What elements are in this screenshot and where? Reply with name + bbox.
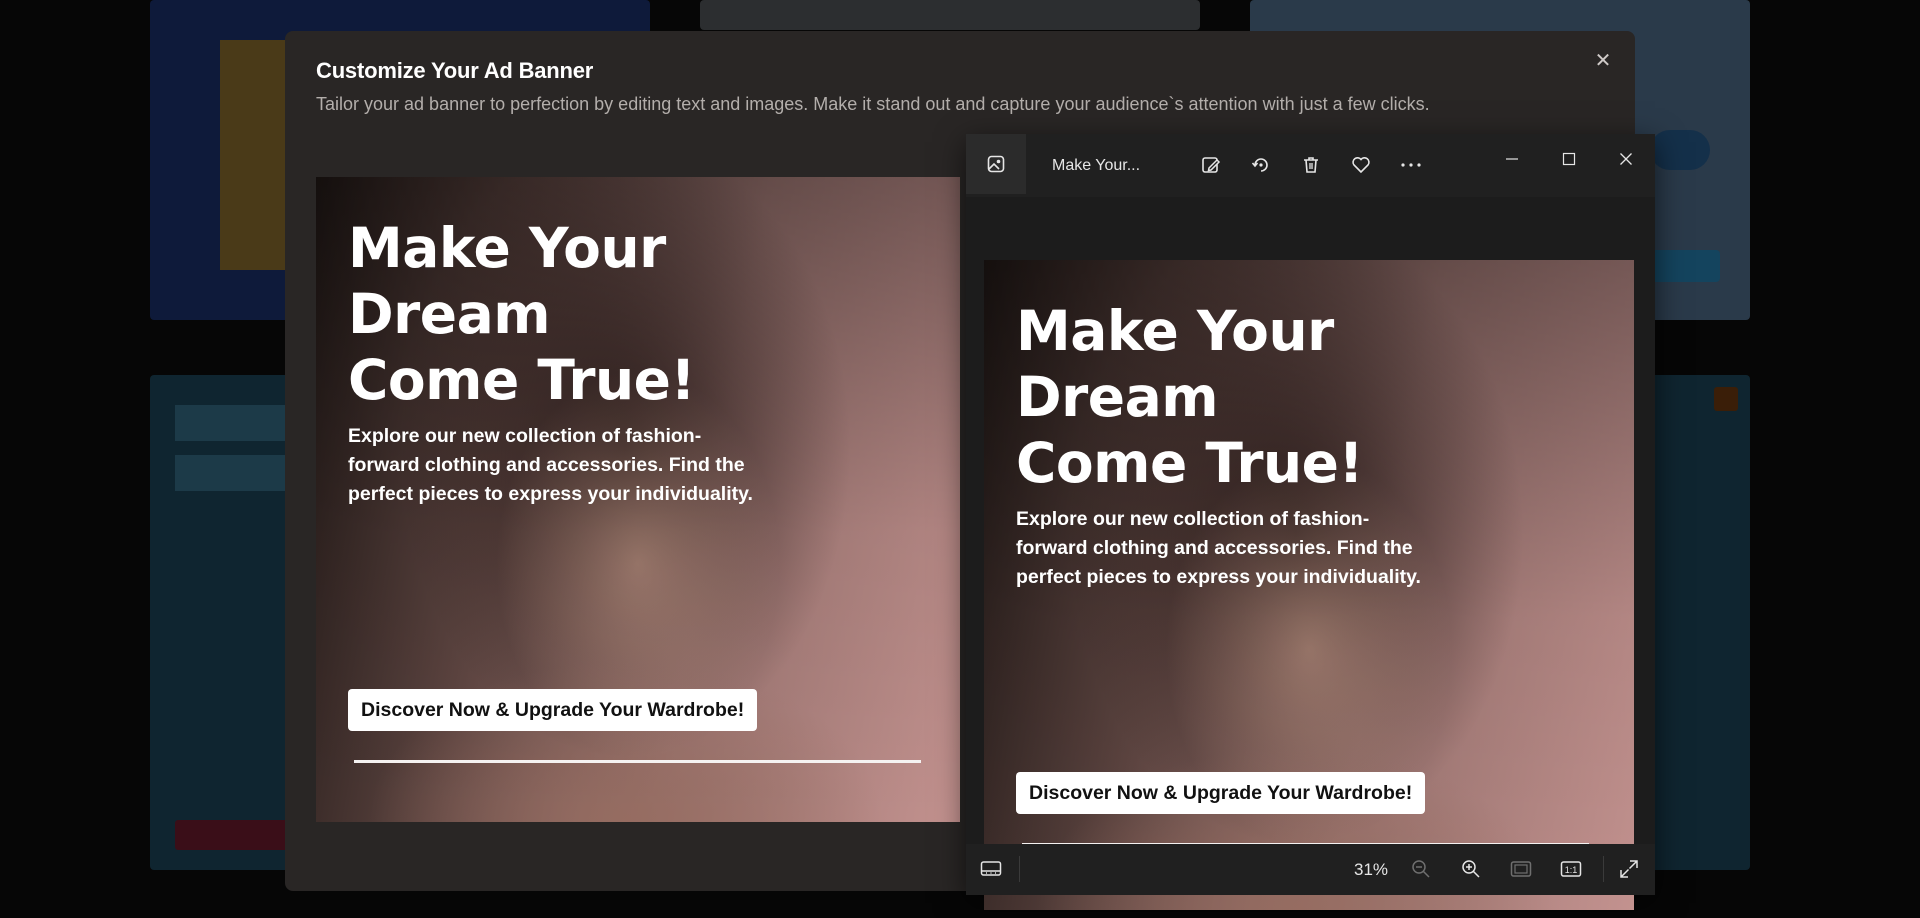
headline-line: Come True! bbox=[1016, 431, 1364, 495]
banner-body-text: Explore our new collection of fashion-fo… bbox=[1016, 508, 1421, 588]
zoom-level: 31% bbox=[1354, 860, 1389, 879]
viewer-banner-image: Make Your Dream Come True! Explore our n… bbox=[984, 260, 1634, 910]
banner-cta-label: Discover Now & Upgrade Your Wardrobe! bbox=[1016, 772, 1426, 814]
viewer-statusbar: 31% 1:1 bbox=[966, 844, 1655, 895]
dialog-subtitle: Tailor your ad banner to perfection by e… bbox=[316, 94, 1430, 114]
app-icon bbox=[966, 134, 1026, 194]
headline-line: Make Your bbox=[348, 216, 666, 280]
banner-cta-button[interactable]: Discover Now & Upgrade Your Wardrobe! bbox=[348, 689, 758, 731]
banner-preview[interactable]: Make Your Dream Come True! Explore our n… bbox=[316, 177, 960, 822]
fullscreen-icon[interactable] bbox=[1614, 854, 1644, 884]
rotate-icon[interactable] bbox=[1247, 151, 1275, 179]
banner-headline: Make Your Dream Come True! bbox=[1016, 298, 1364, 496]
background-card bbox=[700, 0, 1200, 30]
viewer-image-canvas[interactable]: Make Your Dream Come True! Explore our n… bbox=[966, 197, 1655, 910]
maximize-icon[interactable] bbox=[1549, 144, 1589, 174]
zoom-out-icon[interactable] bbox=[1406, 854, 1436, 884]
more-icon[interactable] bbox=[1397, 151, 1425, 179]
svg-text:1:1: 1:1 bbox=[1565, 865, 1578, 875]
edit-image-icon[interactable] bbox=[1197, 151, 1225, 179]
favorite-icon[interactable] bbox=[1347, 151, 1375, 179]
minimize-icon[interactable] bbox=[1492, 144, 1532, 174]
close-icon[interactable] bbox=[1606, 144, 1646, 174]
photo-viewer-window: Make Your... Make Your Dream Come True! … bbox=[966, 134, 1655, 910]
zoom-in-icon[interactable] bbox=[1456, 854, 1486, 884]
banner-divider bbox=[354, 760, 921, 763]
fit-to-window-icon[interactable] bbox=[1506, 854, 1536, 884]
headline-line: Make Your bbox=[1016, 299, 1334, 363]
banner-headline[interactable]: Make Your Dream Come True! bbox=[348, 215, 696, 413]
filmstrip-icon[interactable] bbox=[976, 854, 1006, 884]
viewer-titlebar: Make Your... bbox=[966, 134, 1655, 197]
headline-line: Dream bbox=[1016, 365, 1219, 429]
dialog-title: Customize Your Ad Banner bbox=[316, 58, 594, 83]
close-icon: ✕ bbox=[1594, 50, 1612, 72]
headline-line: Dream bbox=[348, 282, 551, 346]
actual-size-icon[interactable]: 1:1 bbox=[1556, 854, 1586, 884]
dialog-close-button[interactable]: ✕ bbox=[1591, 49, 1615, 73]
delete-icon[interactable] bbox=[1297, 151, 1325, 179]
viewer-filename: Make Your... bbox=[1052, 157, 1141, 174]
banner-body-text[interactable]: Explore our new collection of fashion-fo… bbox=[348, 422, 768, 509]
headline-line: Come True! bbox=[348, 348, 696, 412]
